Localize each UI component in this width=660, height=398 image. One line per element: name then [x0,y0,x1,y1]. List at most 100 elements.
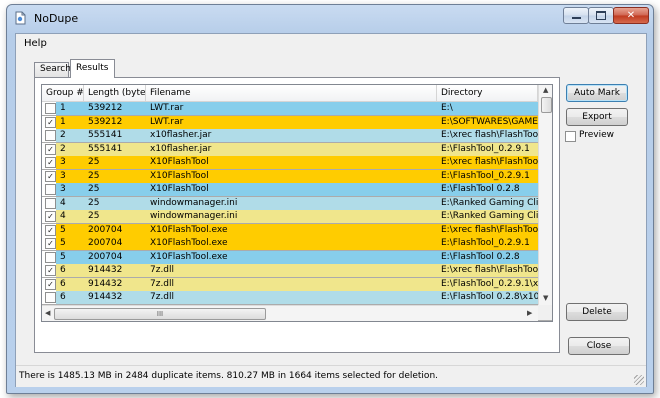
menu-help[interactable]: Help [24,38,47,49]
table-row[interactable]: ✓ 5 200704 X10FlashTool.exe E:\xrec flash\Fl… [42,223,538,237]
row-checkbox[interactable] [45,251,56,263]
delete-button[interactable]: Delete [566,303,628,321]
auto-mark-button[interactable]: Auto Mark [566,84,628,102]
cell-group: 3 [60,157,66,167]
table-row[interactable]: 3 25 X10FlashTool E:\FlashTool 0.2.8 [42,183,538,196]
row-checkbox[interactable]: ✓ [45,157,56,168]
column-header-directory[interactable]: Directory [437,85,538,101]
row-checkbox[interactable]: ✓ [45,238,56,249]
table-row[interactable]: ✓ 6 914432 7z.dll E:\xrec flash\FlashTool_0. [42,264,538,277]
cell-directory: E:\FlashTool_0.2.9.1 [441,143,530,154]
resize-grip-icon[interactable] [634,375,644,385]
table-row[interactable]: 2 555141 x10flasher.jar E:\xrec flash\Flash… [42,129,538,142]
row-checkbox[interactable] [45,184,56,195]
row-checkbox[interactable] [45,197,56,209]
cell-filename: X10FlashTool.exe [150,224,228,235]
cell-length: 555141 [88,130,123,140]
cell-length: 914432 [88,265,123,275]
cell-group: 4 [60,197,66,208]
cell-length: 539212 [88,103,123,113]
status-text: There is 1485.13 MB in 2484 duplicate it… [19,371,439,381]
table-row[interactable]: ✓ 2 555141 x10flasher.jar E:\FlashTool_0.2.9… [42,142,538,156]
row-checkbox[interactable] [45,130,56,141]
cell-group: 5 [60,238,66,248]
cell-filename: x10flasher.jar [150,130,212,140]
cell-filename: 7z.dll [150,278,175,289]
scroll-down-icon[interactable]: ▼ [543,294,548,302]
column-header-filename[interactable]: Filename [146,85,437,101]
maximize-button[interactable] [588,7,614,24]
cell-directory: E:\SOFTWARES\GAMES [441,116,538,127]
cell-group: 6 [60,265,66,275]
cell-group: 5 [60,224,66,235]
results-panel: Group # Length (bytes) Filename Director… [34,77,560,353]
cell-group: 6 [60,278,66,289]
table-row[interactable]: 4 25 windowmanager.ini E:\Ranked Gaming Cli… [42,196,538,210]
vertical-scroll-thumb[interactable] [541,97,552,113]
cell-directory: E:\ [441,103,453,113]
row-checkbox[interactable]: ✓ [45,143,56,155]
row-checkbox[interactable]: ✓ [45,224,56,236]
cell-group: 1 [60,116,66,127]
preview-checkbox-box[interactable] [565,131,576,142]
cell-directory: E:\xrec flash\FlashTool_0. [441,130,538,140]
cell-length: 25 [88,197,100,208]
cell-length: 200704 [88,224,123,235]
column-header-group[interactable]: Group # [42,85,84,101]
close-window-button[interactable]: ✕ [613,7,649,24]
cell-directory: E:\Ranked Gaming Client\ [441,211,538,221]
cell-filename: 7z.dll [150,292,175,302]
scroll-up-icon[interactable]: ▲ [543,86,548,94]
cell-group: 2 [60,143,66,154]
horizontal-scrollbar[interactable]: ◀ III ▶ [42,305,538,321]
cell-filename: LWT.rar [150,103,184,113]
scroll-left-icon[interactable]: ◀ [45,309,50,317]
title-bar[interactable]: NoDupe ✕ [7,5,653,33]
table-row[interactable]: ✓ 5 200704 X10FlashTool.exe E:\FlashTool_0.2… [42,237,538,250]
cell-group: 4 [60,211,66,221]
cell-length: 25 [88,170,100,181]
row-checkbox[interactable]: ✓ [45,170,56,182]
preview-label: Preview [579,130,615,140]
horizontal-scroll-thumb[interactable]: III [54,308,266,320]
cell-filename: X10FlashTool [150,184,209,194]
row-checkbox[interactable]: ✓ [45,211,56,222]
column-header-length[interactable]: Length (bytes) [84,85,146,101]
close-button[interactable]: Close [568,337,630,355]
tab-search[interactable]: Search [34,62,71,77]
results-grid: Group # Length (bytes) Filename Director… [41,84,553,322]
cell-length: 25 [88,157,100,167]
scroll-right-icon[interactable]: ▶ [527,309,532,317]
table-row[interactable]: 5 200704 X10FlashTool.exe E:\FlashTool 0.2.… [42,250,538,264]
minimize-button[interactable] [563,7,589,24]
cell-length: 555141 [88,143,123,154]
cell-filename: windowmanager.ini [150,211,238,221]
row-checkbox[interactable]: ✓ [45,278,56,290]
cell-directory: E:\FlashTool 0.2.8 [441,251,520,262]
table-row[interactable]: ✓ 6 914432 7z.dll E:\FlashTool_0.2.9.1\x10f [42,277,538,291]
cell-length: 200704 [88,238,123,248]
cell-group: 1 [60,103,66,113]
row-checkbox[interactable] [45,292,56,303]
window-title: NoDupe [34,12,79,25]
vertical-scrollbar[interactable]: ▲ ▼ [538,85,552,305]
export-button[interactable]: Export [566,108,628,126]
table-row[interactable]: 1 539212 LWT.rar E:\ [42,102,538,115]
table-row[interactable]: ✓ 3 25 X10FlashTool E:\xrec flash\FlashTool_… [42,156,538,169]
cell-filename: X10FlashTool [150,170,209,181]
cell-group: 6 [60,292,66,302]
row-checkbox[interactable]: ✓ [45,116,56,128]
cell-length: 25 [88,211,100,221]
table-row[interactable]: ✓ 3 25 X10FlashTool E:\FlashTool_0.2.9.1 [42,169,538,183]
cell-group: 5 [60,251,66,262]
grid-header: Group # Length (bytes) Filename Director… [42,85,538,102]
cell-group: 3 [60,170,66,181]
tab-results[interactable]: Results [70,59,115,78]
table-row[interactable]: 6 914432 7z.dll E:\FlashTool 0.2.8\x10flash [42,291,538,304]
table-row[interactable]: ✓ 1 539212 LWT.rar E:\SOFTWARES\GAMES [42,115,538,129]
row-checkbox[interactable] [45,103,56,114]
cell-filename: windowmanager.ini [150,197,238,208]
table-row[interactable]: ✓ 4 25 windowmanager.ini E:\Ranked Gaming Cl… [42,210,538,223]
row-checkbox[interactable]: ✓ [45,265,56,276]
cell-length: 200704 [88,251,123,262]
